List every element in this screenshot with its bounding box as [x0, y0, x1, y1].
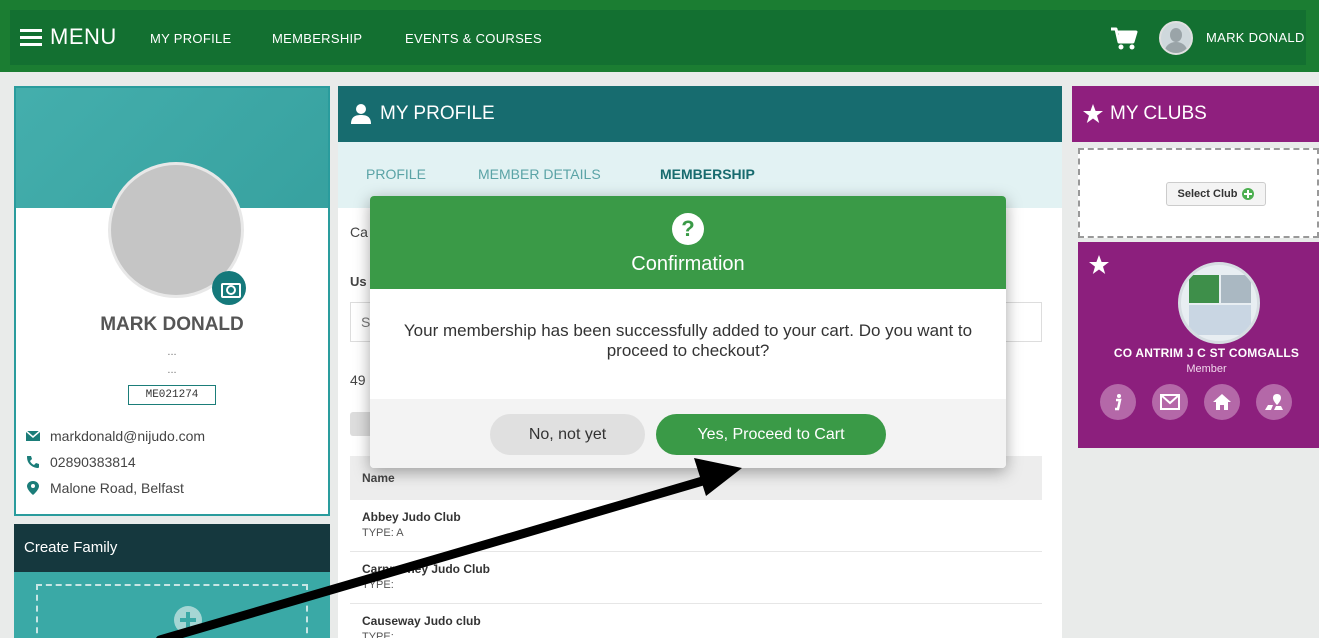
map-pin-icon[interactable]: [1256, 384, 1292, 420]
nav-events-courses[interactable]: EVENTS & COURSES: [405, 31, 542, 46]
mail-icon[interactable]: [1152, 384, 1188, 420]
phone-text: 02890383814: [50, 454, 136, 470]
profile-name: MARK DONALD: [100, 314, 244, 335]
create-family-title: Create Family: [14, 524, 330, 572]
star-icon: [1083, 104, 1103, 123]
phone-icon: [27, 456, 39, 468]
plus-circle-icon[interactable]: [174, 606, 202, 634]
club-type: TYPE: A: [362, 527, 404, 539]
club-role: Member: [1186, 363, 1227, 375]
profile-line-2: ...: [167, 364, 177, 376]
club-type: TYPE:: [362, 579, 394, 591]
plus-icon: [1242, 188, 1255, 200]
question-icon: ?: [672, 213, 704, 245]
tab-member-details[interactable]: MEMBER DETAILS: [478, 166, 601, 182]
cart-icon[interactable]: [1110, 27, 1138, 51]
top-nav: MENU MY PROFILE MEMBERSHIP EVENTS & COUR…: [0, 0, 1319, 72]
table-row[interactable]: Carnmoney Judo Club TYPE:: [350, 552, 1042, 604]
label-fragment: Us: [350, 274, 367, 289]
top-nav-bar: MENU MY PROFILE MEMBERSHIP EVENTS & COUR…: [10, 10, 1306, 65]
user-avatar[interactable]: [1159, 21, 1193, 55]
info-icon[interactable]: [1100, 384, 1136, 420]
confirmation-dialog: ? Confirmation Your membership has been …: [370, 196, 1006, 468]
menu-label: MENU: [50, 24, 117, 49]
nav-my-profile[interactable]: MY PROFILE: [150, 31, 232, 46]
nav-membership[interactable]: MEMBERSHIP: [272, 31, 362, 46]
envelope-icon: [26, 430, 40, 441]
main-title: MY PROFILE: [380, 103, 495, 124]
menu-button[interactable]: MENU: [20, 24, 117, 50]
profile-line-1: ...: [167, 346, 177, 358]
create-family-panel: Create Family: [14, 524, 330, 638]
club-logo: [1178, 262, 1260, 344]
count-fragment: 49: [350, 372, 366, 388]
contact-phone: 02890383814: [26, 454, 136, 470]
tab-profile[interactable]: PROFILE: [366, 166, 426, 182]
member-id-badge: ME021274: [128, 385, 216, 405]
no-not-yet-button[interactable]: No, not yet: [490, 414, 645, 455]
club-name: Abbey Judo Club: [362, 510, 461, 524]
table-row[interactable]: Abbey Judo Club TYPE: A: [350, 500, 1042, 552]
dialog-header: ? Confirmation: [370, 196, 1006, 289]
dialog-title: Confirmation: [631, 253, 745, 275]
email-text: markdonald@nijudo.com: [50, 428, 206, 444]
star-icon[interactable]: [1088, 254, 1110, 276]
camera-icon[interactable]: [212, 271, 246, 305]
content-text-fragment: Ca: [350, 224, 368, 240]
left-column: MARK DONALD ... ... ME021274 markdonald@…: [14, 86, 330, 638]
select-club-label: Select Club: [1177, 188, 1238, 200]
hamburger-icon: [20, 28, 42, 46]
profile-card: MARK DONALD ... ... ME021274 markdonald@…: [14, 86, 330, 516]
tab-membership[interactable]: MEMBERSHIP: [660, 166, 755, 182]
dialog-body: Your membership has been successfully ad…: [370, 289, 1006, 399]
proceed-to-cart-button[interactable]: Yes, Proceed to Cart: [656, 414, 886, 455]
main-header: MY PROFILE: [338, 86, 1062, 142]
club-name: CO ANTRIM J C ST COMGALLS: [1113, 346, 1300, 360]
add-family-dropzone[interactable]: [36, 584, 308, 638]
clubs-title: MY CLUBS: [1110, 103, 1207, 124]
club-name: Carnmoney Judo Club: [362, 562, 491, 576]
user-name[interactable]: MARK DONALD: [1206, 30, 1305, 45]
club-actions: [1100, 384, 1292, 420]
select-club-button[interactable]: Select Club: [1166, 182, 1266, 206]
dialog-message: Your membership has been successfully ad…: [403, 321, 973, 360]
map-marker-icon: [27, 481, 39, 495]
clubs-panel: MY CLUBS Select Club CO ANTRIM J C ST CO…: [1072, 86, 1319, 638]
club-type: TYPE:: [362, 631, 394, 638]
clubs-header: MY CLUBS: [1072, 86, 1319, 142]
contact-email: markdonald@nijudo.com: [26, 428, 205, 444]
club-name: Causeway Judo club: [362, 614, 481, 628]
user-icon: [351, 104, 371, 124]
select-club-area: Select Club: [1078, 148, 1319, 238]
club-card: CO ANTRIM J C ST COMGALLS Member: [1078, 242, 1319, 448]
dialog-footer: No, not yet Yes, Proceed to Cart: [370, 399, 1006, 468]
create-family-body: [14, 572, 330, 638]
input-text-fragment: S: [361, 314, 371, 330]
table-row[interactable]: Causeway Judo club TYPE:: [350, 604, 1042, 638]
home-icon[interactable]: [1204, 384, 1240, 420]
address-text: Malone Road, Belfast: [50, 480, 184, 496]
contact-address: Malone Road, Belfast: [26, 480, 184, 496]
